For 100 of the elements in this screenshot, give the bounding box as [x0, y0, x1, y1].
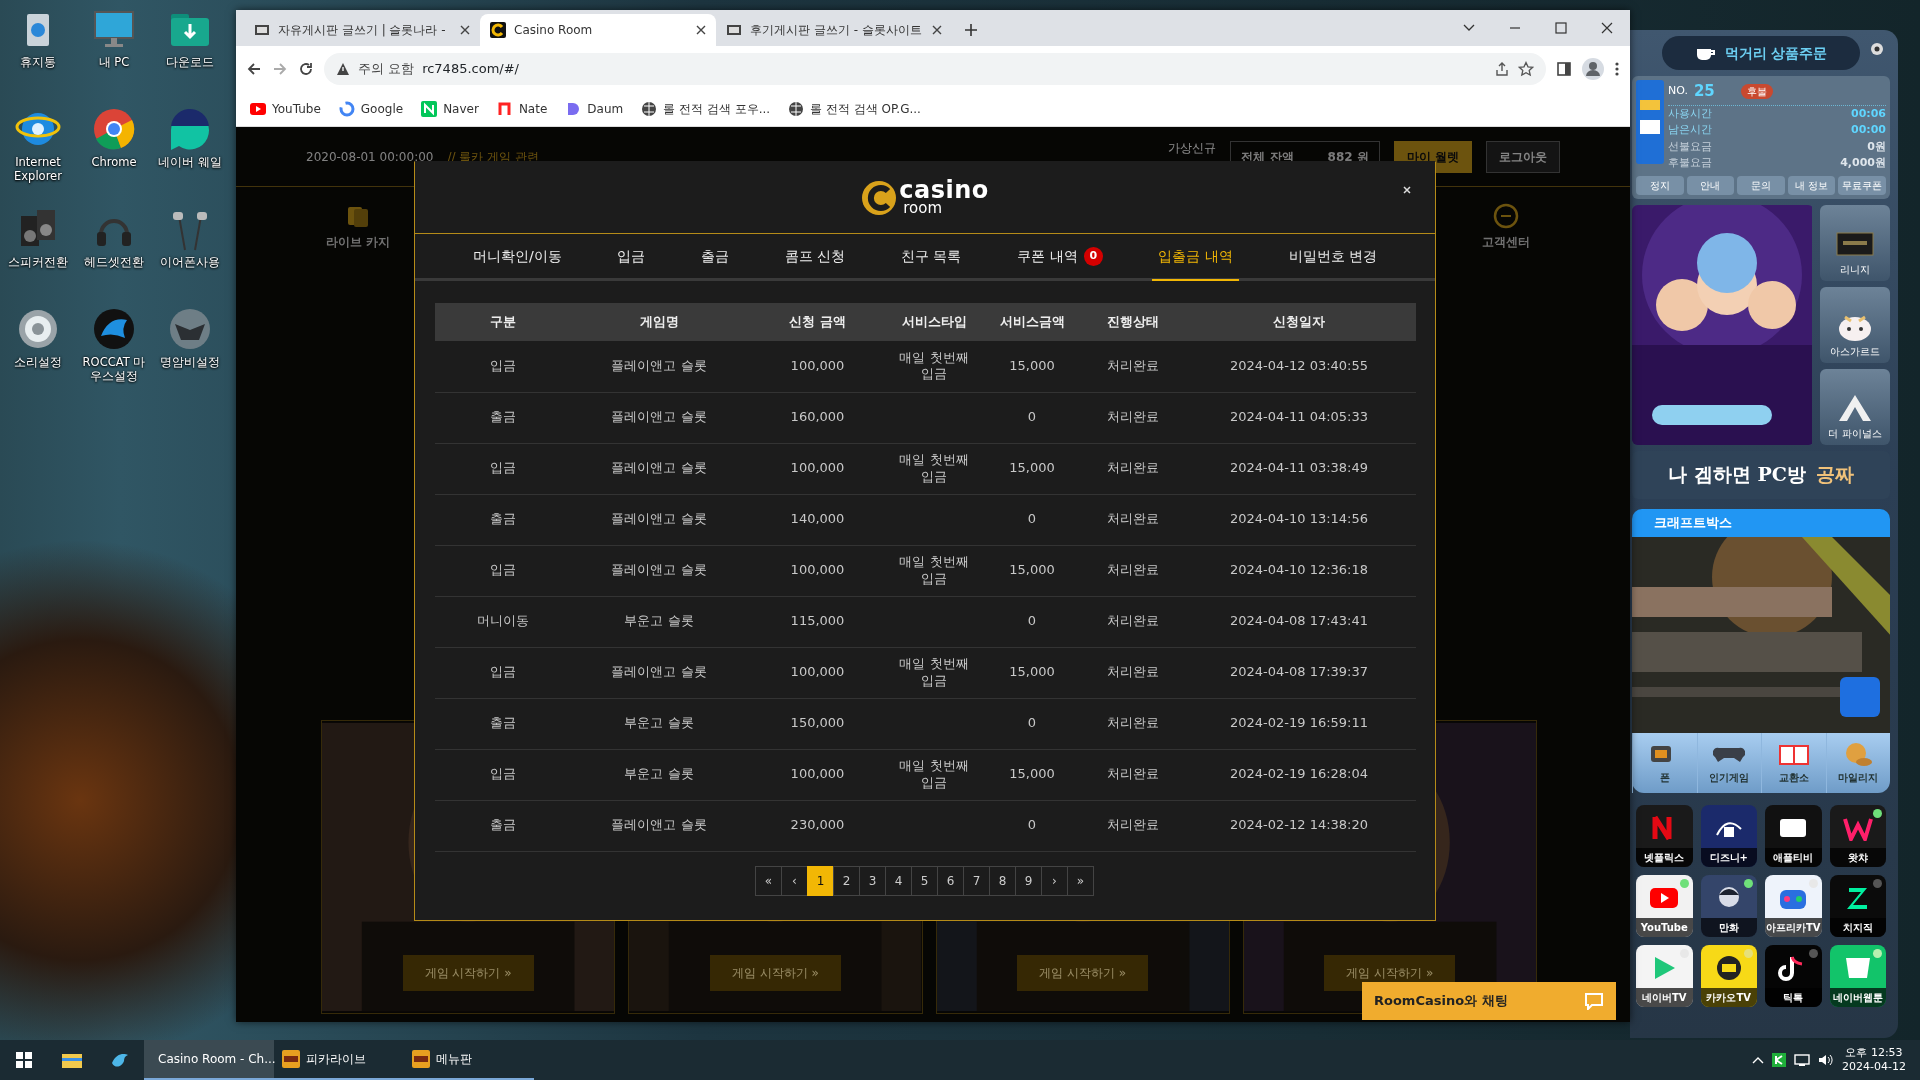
modal-tab[interactable]: 콤프 신청	[778, 234, 852, 281]
page-button[interactable]: »	[1067, 865, 1094, 896]
modal-tab[interactable]: 출금	[695, 234, 736, 281]
icon-label[interactable]: 이어폰사용	[153, 255, 227, 270]
modal-tab[interactable]: 비밀번호 변경	[1282, 234, 1384, 281]
icon-label[interactable]: 다운로드	[153, 55, 227, 70]
browser-tab[interactable]: 후기게시판 글쓰기 - 슬롯사이트	[716, 14, 952, 46]
menu-item[interactable]: 폰	[1632, 732, 1697, 793]
icon-label[interactable]: 명암비설정	[153, 355, 227, 370]
clock[interactable]: 오후 12:53 2024-04-12	[1842, 1045, 1906, 1075]
app-tile[interactable]: 아프리카TV	[1765, 874, 1822, 937]
icon-label[interactable]: 헤드셋전환	[77, 255, 151, 270]
avatar-icon[interactable]	[1582, 58, 1604, 80]
icon-label[interactable]: ROCCAT 마우스설정	[77, 355, 151, 384]
close-icon[interactable]	[460, 25, 470, 35]
icon-label[interactable]: 스피커전환	[1, 255, 75, 270]
table-cell: 100,000	[747, 647, 888, 698]
taskbar-app[interactable]: 메뉴판	[404, 1040, 534, 1080]
app-tile[interactable]: 네이버웹툰	[1829, 944, 1886, 1007]
menu-icon[interactable]	[1614, 61, 1620, 77]
bookmark-link[interactable]: 롤 전적 검색 OP.G...	[788, 100, 921, 118]
modal-tab[interactable]: 머니확인/이동	[466, 234, 568, 281]
favicon-icon	[490, 22, 506, 38]
start-game-button[interactable]: 게임 시작하기 »	[1017, 955, 1149, 991]
plus-icon[interactable]	[964, 23, 978, 37]
modal-tab[interactable]: 입금	[611, 234, 652, 281]
page-button[interactable]: 3	[859, 865, 886, 896]
bird-icon[interactable]	[110, 1051, 130, 1069]
page-button[interactable]: ‹	[781, 865, 808, 896]
modal-tab[interactable]: 입출금 내역	[1152, 234, 1239, 281]
app-tile[interactable]: 넷플릭스	[1636, 804, 1693, 867]
icon-label[interactable]: Internet Explorer	[1, 155, 75, 184]
back-arrow-icon[interactable]	[246, 61, 262, 77]
sidebar-icon[interactable]	[1556, 61, 1572, 77]
page-button[interactable]: 1	[807, 865, 834, 896]
app-tile[interactable]: 왓챠	[1829, 804, 1886, 867]
chrome-icon[interactable]	[91, 106, 137, 152]
page-button[interactable]: 6	[937, 865, 964, 896]
page-button[interactable]: 2	[833, 865, 860, 896]
app-tile[interactable]: 치지직	[1829, 874, 1886, 937]
app-tile[interactable]: YouTube	[1636, 874, 1693, 937]
page-button[interactable]: 8	[989, 865, 1016, 896]
chevron-up-icon[interactable]	[1752, 1056, 1765, 1064]
page-button[interactable]: 4	[885, 865, 912, 896]
settings-icon[interactable]	[1870, 42, 1884, 56]
start-game-button[interactable]: 게임 시작하기 »	[402, 955, 534, 991]
menu-item[interactable]: 마일리지	[1825, 732, 1890, 793]
menu-item[interactable]: 교환소	[1761, 732, 1826, 793]
game-tile[interactable]: 더 파이널스	[1820, 368, 1890, 445]
nav-link[interactable]: 라이브 카지	[326, 233, 391, 251]
nav-link[interactable]: 고객센터	[1482, 233, 1530, 251]
game-tile[interactable]: 리니지	[1820, 204, 1890, 281]
close-icon[interactable]	[696, 25, 706, 35]
browser-tab[interactable]: 자유게시판 글쓰기 | 슬롯나라 -	[244, 14, 480, 46]
reload-icon[interactable]	[298, 61, 314, 77]
bookmark-link[interactable]: Daum	[565, 100, 624, 118]
app-tile[interactable]: 네이버TV	[1636, 944, 1693, 1007]
share-icon[interactable]	[1494, 61, 1510, 77]
app-tile[interactable]: 디즈니+	[1700, 804, 1757, 867]
browser-tab[interactable]: Casino Room	[480, 14, 716, 46]
page-button[interactable]: 9	[1015, 865, 1042, 896]
app-icon[interactable]	[1772, 1053, 1787, 1067]
icon-label[interactable]: 휴지통	[1, 55, 75, 70]
star-icon[interactable]	[1518, 61, 1534, 77]
taskbar-app[interactable]: 피카라이브	[274, 1040, 404, 1080]
page-button[interactable]: «	[755, 865, 782, 896]
start-game-button[interactable]: 게임 시작하기 »	[709, 955, 841, 991]
table-cell: 100,000	[747, 545, 888, 596]
bookmark-link[interactable]: Google	[338, 100, 404, 118]
close-icon[interactable]	[932, 25, 942, 35]
icon-label[interactable]: 소리설정	[1, 355, 75, 370]
table-cell: 15,000	[980, 647, 1084, 698]
app-tile[interactable]: 카카오TV	[1700, 944, 1757, 1007]
bookmark-link[interactable]: YouTube	[250, 100, 321, 118]
volume-icon[interactable]	[1818, 1053, 1835, 1067]
chat-button[interactable]: RoomCasino와 채팅	[1362, 982, 1616, 1020]
table-cell: 입금	[435, 749, 571, 800]
modal-tab[interactable]: 친구 목록	[895, 234, 968, 281]
app-tile[interactable]: 애플티비	[1765, 804, 1822, 867]
bookmark-link[interactable]: Naver	[421, 100, 479, 118]
icon-label[interactable]: Chrome	[77, 155, 151, 170]
folder-icon[interactable]	[62, 1052, 82, 1068]
page-button[interactable]: ›	[1041, 865, 1068, 896]
menu-item[interactable]: 인기게임	[1696, 732, 1761, 793]
network-icon[interactable]	[1794, 1053, 1811, 1067]
address-bar[interactable]: 주의 요함 rc7485.com/#/	[324, 53, 1546, 85]
game-tile[interactable]: 아스가르드	[1820, 286, 1890, 363]
page-button[interactable]: 5	[911, 865, 938, 896]
bookmark-link[interactable]: 롤 전적 검색 포우...	[641, 100, 771, 118]
icon-label[interactable]: 네이버 웨일	[153, 155, 227, 170]
app-tile[interactable]: 만화	[1700, 874, 1757, 937]
modal-tab[interactable]: 쿠폰 내역 0	[1011, 234, 1109, 281]
start-icon[interactable]	[16, 1052, 32, 1068]
taskbar-app[interactable]: Casino Room - Ch...	[144, 1040, 274, 1080]
app-tile[interactable]: 틱톡	[1765, 944, 1822, 1007]
logout-button[interactable]: 로그아웃	[1486, 140, 1560, 173]
order-button[interactable]: 먹거리 상품주문	[1662, 36, 1860, 70]
icon-label[interactable]: 내 PC	[77, 55, 151, 70]
page-button[interactable]: 7	[963, 865, 990, 896]
bookmark-link[interactable]: Nate	[496, 100, 548, 118]
